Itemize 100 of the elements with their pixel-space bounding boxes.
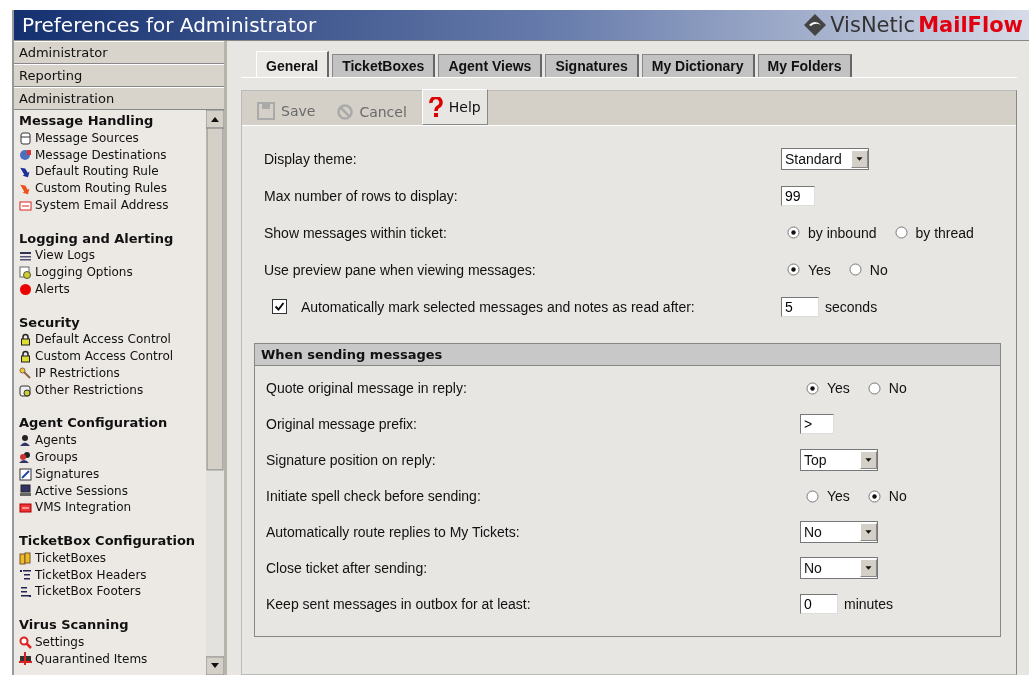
setting-label: Display theme: — [264, 150, 358, 167]
nav-link[interactable]: Groups — [35, 448, 78, 466]
section-heading: Message Handling — [19, 113, 155, 130]
option-label: No — [869, 261, 888, 278]
computer-icon — [19, 484, 32, 498]
theme-dropdown[interactable]: No — [800, 557, 878, 579]
radio-button[interactable] — [848, 263, 862, 276]
save-icon — [257, 102, 275, 120]
input-field[interactable]: 5 — [781, 296, 819, 317]
window-title: Preferences for Administrator — [22, 13, 317, 37]
nav-link[interactable]: System Email Address — [35, 197, 169, 214]
checkbox[interactable] — [272, 299, 287, 314]
setting-label: Quote original message in reply: — [266, 380, 468, 396]
radio-button[interactable] — [806, 381, 819, 395]
section-heading: Agent Configuration — [19, 415, 169, 433]
radio-button[interactable] — [787, 263, 800, 276]
nav-link[interactable]: View Logs — [35, 247, 95, 265]
caret-icon[interactable] — [851, 149, 868, 168]
unit-label: minutes — [844, 596, 894, 612]
nav-link[interactable]: Message Destinations — [35, 146, 167, 164]
key-icon — [19, 366, 32, 380]
arrow-icon — [19, 182, 32, 196]
sidebar-panel[interactable]: Administration — [14, 87, 224, 110]
nav-link[interactable]: TicketBox Headers — [35, 566, 147, 584]
product-name: MailFlow — [918, 13, 1023, 37]
theme-dropdown[interactable]: Standard — [781, 147, 869, 170]
nav-link[interactable]: Agents — [35, 432, 77, 449]
tab[interactable]: Agent Views — [438, 54, 543, 77]
arrow-icon — [19, 165, 32, 179]
toolbar-button[interactable]: Help — [421, 89, 488, 125]
envelope-icon — [19, 198, 32, 212]
option-label: Yes — [827, 488, 850, 504]
brand-name: VisNetic — [830, 13, 916, 37]
section-heading: Logging and Alerting — [19, 230, 175, 248]
tab[interactable]: My Dictionary — [641, 54, 755, 77]
nav-link[interactable]: Signatures — [35, 465, 100, 483]
input-field[interactable]: > — [800, 414, 834, 434]
nav-link[interactable]: Quarantined Items — [35, 650, 148, 668]
nav-link[interactable]: IP Restrictions — [35, 364, 120, 382]
tab[interactable]: General — [256, 51, 330, 77]
unit-label: seconds — [825, 298, 878, 315]
section-heading: Virus Scanning — [19, 616, 130, 634]
option-label: by thread — [915, 224, 974, 241]
list-icon — [19, 568, 32, 582]
people-icon — [19, 450, 32, 464]
sidebar-panel[interactable]: Reporting — [14, 64, 224, 87]
option-label: Yes — [808, 261, 831, 278]
setting-label: Initiate spell check before sending: — [266, 488, 482, 504]
setting-label: Close ticket after sending: — [266, 560, 429, 576]
alert-icon — [19, 282, 32, 296]
nav-link[interactable]: VMS Integration — [35, 499, 132, 517]
pen-icon — [19, 467, 32, 481]
nav-link[interactable]: Alerts — [35, 280, 70, 298]
option-label: Yes — [827, 380, 850, 396]
help-icon — [428, 97, 443, 117]
setting-label: Use preview pane when viewing messages: — [264, 261, 537, 278]
option-label: No — [888, 380, 907, 396]
input-field[interactable]: 0 — [800, 594, 838, 614]
theme-dropdown[interactable]: No — [800, 521, 878, 543]
sidebar-panel[interactable]: Administrator — [14, 41, 224, 64]
nav-link[interactable]: Settings — [35, 633, 85, 651]
radio-button[interactable] — [867, 381, 881, 395]
setting-label: Signature position on reply: — [266, 452, 437, 468]
nav-link[interactable]: Logging Options — [35, 264, 133, 281]
nav-link[interactable]: TicketBoxes — [35, 549, 107, 567]
section-heading: Security — [19, 314, 81, 332]
setting-label: Automatically route replies to My Tickets: — [266, 524, 521, 540]
setting-label: Max number of rows to display: — [264, 187, 459, 204]
input-field[interactable]: 99 — [781, 185, 815, 206]
setting-label: Automatically mark selected messages and notes as read after: — [301, 298, 695, 315]
caret-icon[interactable] — [860, 451, 877, 469]
scrollbar[interactable] — [206, 110, 224, 675]
database-icon — [19, 131, 32, 145]
caret-icon[interactable] — [860, 523, 877, 541]
tab[interactable]: Signatures — [545, 54, 639, 77]
nav-link[interactable]: TicketBox Footers — [35, 583, 142, 601]
caret-icon[interactable] — [860, 559, 877, 577]
nav-link[interactable]: Other Restrictions — [35, 381, 144, 399]
radio-button[interactable] — [894, 226, 908, 239]
nav-link[interactable]: Default Access Control — [35, 331, 171, 349]
theme-dropdown[interactable]: Top — [800, 449, 878, 471]
nav-link[interactable]: Custom Access Control — [35, 348, 174, 365]
radio-button[interactable] — [787, 226, 800, 239]
tab[interactable]: TicketBoxes — [332, 54, 436, 77]
group-title: When sending messages — [255, 344, 1000, 366]
box-icon — [19, 551, 32, 565]
person-icon — [19, 434, 32, 448]
tab[interactable]: My Folders — [757, 54, 853, 77]
radio-button[interactable] — [806, 489, 819, 503]
nav-link[interactable]: Default Routing Rule — [35, 163, 159, 181]
radio-button[interactable] — [867, 489, 881, 503]
nav-link[interactable]: Active Sessions — [35, 482, 128, 500]
setting-label: Original message prefix: — [266, 416, 418, 432]
search-icon — [19, 635, 32, 649]
logo-icon — [803, 13, 828, 37]
option-label: by inbound — [808, 224, 877, 241]
nav-link[interactable]: Custom Routing Rules — [35, 180, 167, 197]
envelope-icon — [19, 501, 32, 515]
setting-label: Show messages within ticket: — [264, 224, 448, 241]
nav-link[interactable]: Message Sources — [35, 129, 139, 147]
